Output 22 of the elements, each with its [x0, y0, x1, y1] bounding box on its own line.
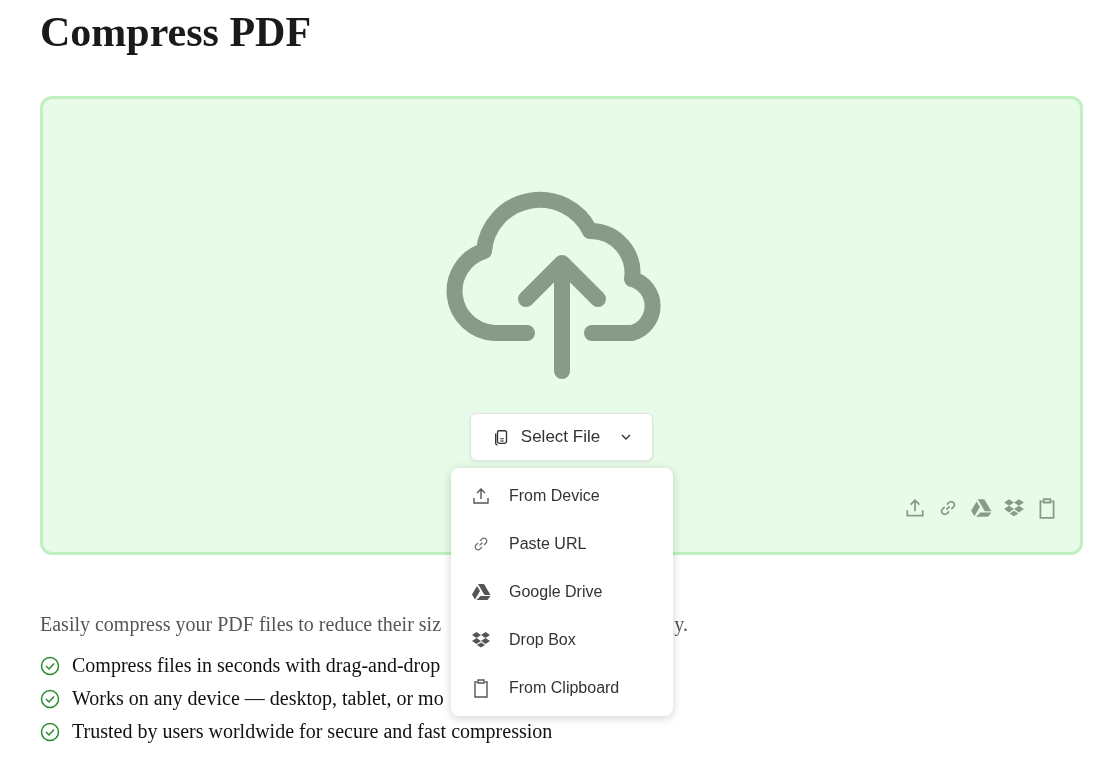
menu-item[interactable]: Google Drive [451, 568, 673, 616]
clipboard-icon [471, 678, 491, 698]
page-title: Compress PDF [40, 8, 313, 56]
menu-item[interactable]: Drop Box [451, 616, 673, 664]
check-circle-icon [40, 655, 60, 676]
select-file-button[interactable]: Select File [469, 413, 654, 461]
feature-text: Works on any device — desktop, tablet, or mo [72, 687, 444, 710]
menu-item[interactable]: From Device [451, 472, 673, 520]
menu-item[interactable]: From Clipboard [451, 664, 673, 712]
feature-text: Compress files in seconds with drag-and-drop [72, 654, 441, 677]
triangle-drive-icon [471, 582, 491, 602]
description-text: Easily compress your PDF files to reduce their siz [40, 613, 442, 636]
description-text: y. [674, 613, 688, 636]
upload-icon[interactable] [904, 497, 926, 519]
menu-item[interactable]: Paste URL [451, 520, 673, 568]
triangle-drive-icon[interactable] [970, 497, 992, 519]
check-circle-icon [40, 688, 60, 709]
upload-icon [471, 486, 491, 506]
feature-text: Trusted by users worldwide for secure and fast compression [72, 720, 553, 743]
check-circle-icon [40, 721, 60, 742]
boxes-icon[interactable] [1003, 497, 1025, 519]
boxes-icon [471, 630, 491, 650]
